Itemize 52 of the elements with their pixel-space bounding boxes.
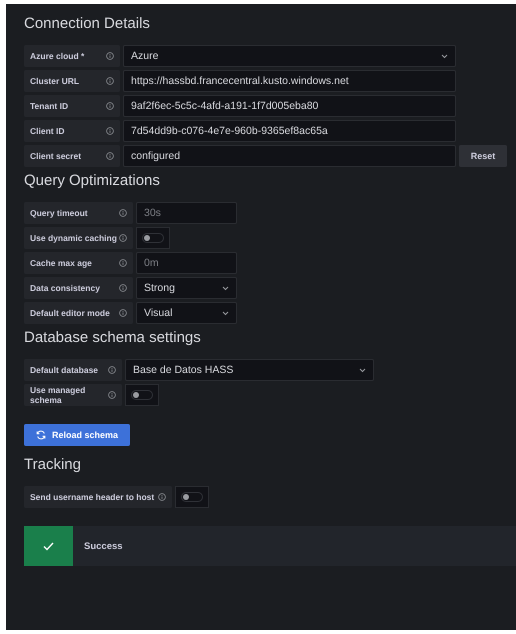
input-field[interactable]: 9af2f6ec-5c5c-4afd-a191-1f7d005eba80 [123, 95, 456, 117]
field-label: Query timeout [24, 202, 133, 224]
alert-message: Success [84, 540, 123, 552]
select-field[interactable]: Strong [136, 277, 237, 299]
toggle-switch[interactable] [181, 492, 203, 502]
chevron-down-icon [222, 310, 229, 316]
info-icon[interactable] [106, 152, 114, 160]
field-label: Tenant ID [24, 95, 120, 117]
select-field[interactable]: Azure [123, 45, 456, 67]
toggle-switch[interactable] [131, 390, 153, 400]
info-icon[interactable] [119, 284, 127, 292]
info-icon[interactable] [108, 366, 116, 374]
info-icon[interactable] [106, 77, 114, 85]
info-icon[interactable] [119, 309, 127, 317]
field-label: Client secret [24, 145, 120, 167]
field-label: Send username header to host [24, 486, 172, 508]
field-label: Cache max age [24, 252, 133, 274]
check-icon [43, 542, 54, 550]
field-label: Azure cloud * [24, 45, 120, 67]
field-label: Cluster URL [24, 70, 120, 92]
input-field[interactable]: 30s [136, 202, 237, 224]
refresh-icon [36, 430, 46, 440]
chevron-down-icon [222, 286, 229, 290]
section-heading: Query Optimizations [24, 172, 161, 189]
field-label: Use managed schema [24, 384, 122, 406]
info-icon[interactable] [108, 391, 116, 399]
select-field[interactable]: Visual [136, 302, 237, 324]
chevron-down-icon [359, 368, 366, 372]
reset-button[interactable]: Reset [459, 145, 507, 167]
field-label: Default editor mode [24, 302, 133, 324]
info-icon[interactable] [119, 259, 127, 267]
section-heading: Connection Details [24, 15, 151, 32]
field-label: Client ID [24, 120, 120, 142]
section-heading: Database schema settings [24, 329, 202, 346]
info-icon[interactable] [106, 127, 114, 135]
field-label: Use dynamic caching [24, 227, 133, 249]
info-icon[interactable] [106, 52, 114, 60]
section-heading: Tracking [24, 456, 82, 473]
input-field[interactable]: https://hassbd.francecentral.kusto.windows.net [123, 70, 456, 92]
input-field[interactable]: configured [123, 145, 456, 167]
chevron-down-icon [441, 54, 448, 58]
info-icon[interactable] [106, 102, 114, 110]
info-icon[interactable] [158, 493, 166, 501]
input-field[interactable]: 7d54dd9b-c076-4e7e-960b-9365ef8ac65a [123, 120, 456, 142]
select-field[interactable]: Base de Datos HASS [125, 359, 374, 381]
field-label: Default database [24, 359, 122, 381]
info-icon[interactable] [119, 209, 127, 217]
input-field[interactable]: 0m [136, 252, 237, 274]
toggle-switch[interactable] [142, 233, 164, 243]
info-icon[interactable] [119, 234, 127, 242]
field-label: Data consistency [24, 277, 133, 299]
reload-schema-button[interactable]: Reload schema [24, 424, 130, 446]
